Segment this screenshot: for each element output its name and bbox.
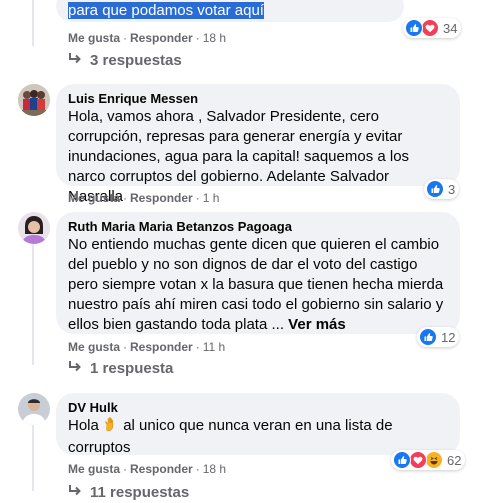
thread-line — [32, 233, 34, 365]
reaction-summary[interactable]: 12 — [417, 327, 460, 347]
reply-link[interactable]: Responder — [130, 31, 193, 45]
reaction-summary[interactable]: 62 — [391, 450, 466, 470]
love-reaction-icon — [421, 19, 439, 37]
comment-bubble: Luis Enrique Messen Hola, vamos ahora , … — [56, 84, 460, 205]
reply-arrow-icon — [68, 359, 82, 379]
comment-actions: Me gusta · Responder · 1 h — [68, 191, 220, 205]
waving-hand-icon — [103, 416, 119, 438]
comment-text-start: Hola — [68, 417, 99, 434]
replies-label: 11 respuestas — [90, 484, 190, 501]
comment-text: No entiendo muchas gente dicen que quier… — [68, 235, 448, 335]
comment-bubble: para que podamos votar aquí — [56, 0, 404, 22]
like-link[interactable]: Me gusta — [68, 191, 120, 205]
timestamp[interactable]: 11 h — [203, 340, 225, 354]
comment-text: para que podamos votar aquí — [68, 2, 264, 19]
like-link[interactable]: Me gusta — [68, 462, 120, 476]
timestamp[interactable]: 1 h — [203, 191, 220, 205]
like-reaction-icon — [419, 328, 437, 346]
like-link[interactable]: Me gusta — [68, 31, 120, 45]
comment-author[interactable]: Ruth Maria Maria Betanzos Pagoaga — [68, 219, 448, 235]
replies-label: 3 respuestas — [90, 52, 182, 69]
reply-arrow-icon — [68, 483, 82, 503]
reaction-summary[interactable]: 34 — [403, 18, 462, 38]
reply-link[interactable]: Responder — [130, 340, 193, 354]
timestamp[interactable]: 18 h — [203, 462, 226, 476]
reaction-count: 34 — [443, 20, 458, 36]
comment-actions: Me gusta · Responder · 11 h — [68, 340, 226, 354]
like-reaction-icon — [405, 19, 423, 37]
love-reaction-icon — [409, 451, 427, 469]
comment-actions: Me gusta · Responder · 18 h — [68, 31, 227, 45]
comment-actions: Me gusta · Responder · 18 h — [68, 462, 227, 476]
like-link[interactable]: Me gusta — [68, 340, 120, 354]
avatar[interactable] — [18, 393, 50, 425]
reaction-count: 12 — [441, 329, 456, 345]
reply-arrow-icon — [68, 51, 82, 71]
like-reaction-icon — [426, 180, 444, 198]
haha-reaction-icon — [425, 451, 443, 469]
see-more-link[interactable]: Ver más — [288, 316, 346, 333]
replies-label: 1 respuesta — [90, 360, 174, 377]
thread-line — [32, 0, 34, 46]
reaction-count: 3 — [448, 181, 456, 197]
comment-bubble: Ruth Maria Maria Betanzos Pagoaga No ent… — [56, 212, 460, 334]
like-reaction-icon — [393, 451, 411, 469]
reply-link[interactable]: Responder — [130, 462, 193, 476]
reaction-summary[interactable]: 3 — [424, 179, 460, 199]
comment-author[interactable]: DV Hulk — [68, 400, 448, 416]
avatar[interactable] — [18, 212, 50, 244]
avatar[interactable] — [18, 84, 50, 116]
comment-text-body: No entiendo muchas gente dicen que quier… — [68, 236, 444, 333]
reply-link[interactable]: Responder — [130, 191, 193, 205]
comment-text: Hola al unico que nunca veran en una lis… — [68, 416, 448, 458]
reaction-count: 62 — [447, 452, 462, 468]
comment-author[interactable]: Luis Enrique Messen — [68, 91, 448, 107]
view-replies-link[interactable]: 11 respuestas — [68, 483, 189, 503]
comment-bubble: DV Hulk Hola al unico que nunca veran en… — [56, 393, 460, 458]
timestamp[interactable]: 18 h — [203, 31, 226, 45]
view-replies-link[interactable]: 1 respuesta — [68, 359, 173, 379]
view-replies-link[interactable]: 3 respuestas — [68, 51, 182, 71]
